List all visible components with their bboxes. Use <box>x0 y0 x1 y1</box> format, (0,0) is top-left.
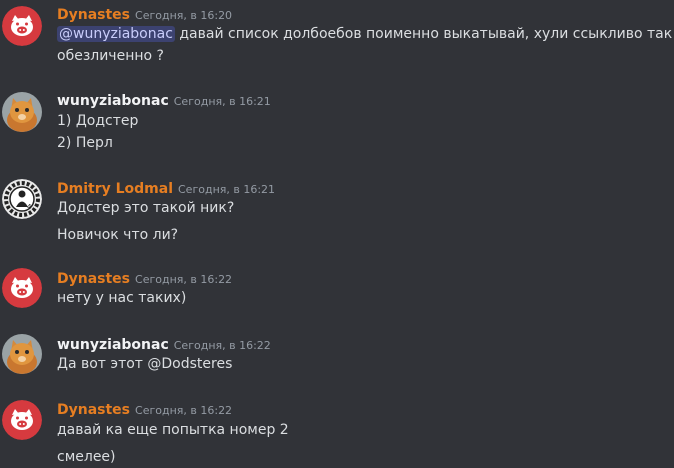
timestamp: Сегодня, в 16:21 <box>178 183 276 196</box>
message-text: смелее) <box>57 449 116 465</box>
message-text: 1) Додстер <box>57 113 139 129</box>
svg-text:4: 4 <box>27 203 32 211</box>
user-mention[interactable]: @wunyziabonac <box>57 26 175 42</box>
pig-logo-icon[interactable] <box>2 400 42 440</box>
author-name[interactable]: Dynastes <box>57 402 130 418</box>
author-name[interactable]: wunyziabonac <box>57 93 169 109</box>
message-text: нету у нас таких) <box>57 290 187 306</box>
timestamp: Сегодня, в 16:21 <box>173 95 271 108</box>
message-text: Да вот этот @Dodsteres <box>57 356 233 372</box>
author-name[interactable]: wunyziabonac <box>57 337 169 353</box>
author-name[interactable]: Dynastes <box>57 7 130 23</box>
message-text: @wunyziabonac давай список долбоебов пои… <box>57 26 672 42</box>
message-text: Додстер это такой ник? <box>57 200 235 216</box>
gear-emblem-icon[interactable]: 4 <box>2 179 42 219</box>
message-text: 2) Перл <box>57 135 113 151</box>
message-text: давай ка еще попытка номер 2 <box>57 422 289 438</box>
pig-logo-icon[interactable] <box>2 268 42 308</box>
pig-logo-icon[interactable] <box>2 6 42 46</box>
author-name[interactable]: Dynastes <box>57 271 130 287</box>
timestamp: Сегодня, в 16:22 <box>173 339 271 352</box>
cat-photo-icon[interactable] <box>2 334 42 374</box>
timestamp: Сегодня, в 16:22 <box>135 404 233 417</box>
timestamp: Сегодня, в 16:22 <box>135 273 233 286</box>
message-text: обезличенно ? <box>57 48 164 64</box>
timestamp: Сегодня, в 16:20 <box>135 9 233 22</box>
cat-photo-icon[interactable] <box>2 92 42 132</box>
message-text-segment: давай список долбоебов поименно выкатыва… <box>174 26 673 42</box>
message-text: Новичок что ли? <box>57 227 179 243</box>
author-name[interactable]: Dmitry Lodmal <box>57 181 173 197</box>
